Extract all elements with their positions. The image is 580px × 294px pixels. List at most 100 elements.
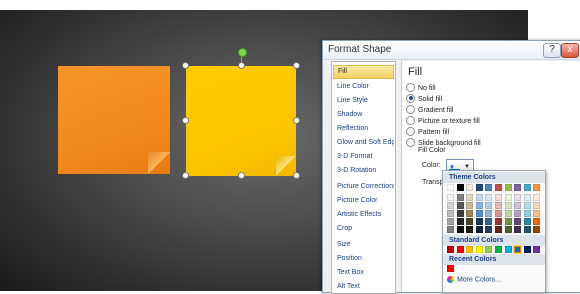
standard-color-swatch[interactable] (475, 246, 483, 253)
standard-color-swatch[interactable] (456, 246, 464, 253)
standard-color-swatch[interactable] (513, 245, 523, 254)
resize-handle-ne[interactable] (293, 62, 300, 69)
theme-shade-swatch[interactable] (514, 210, 522, 217)
theme-shade-swatch[interactable] (533, 202, 541, 209)
theme-shade-swatch[interactable] (495, 194, 502, 201)
theme-shade-swatch[interactable] (533, 194, 541, 201)
resize-handle-se[interactable] (293, 172, 300, 179)
theme-shade-swatch[interactable] (456, 202, 464, 209)
resize-handle-nw[interactable] (182, 62, 189, 69)
resize-handle-w[interactable] (182, 117, 189, 124)
nav-item-text-box[interactable]: Text Box (333, 266, 394, 280)
more-colors-link[interactable]: More Colors... (447, 276, 501, 283)
theme-shade-swatch[interactable] (456, 210, 464, 217)
resize-handle-s[interactable] (238, 172, 245, 179)
nav-item-glow[interactable]: Glow and Soft Edges (333, 136, 394, 150)
theme-shade-swatch[interactable] (523, 218, 531, 225)
nav-item-alt-text[interactable]: Alt Text (333, 280, 394, 294)
theme-shade-swatch[interactable] (533, 210, 541, 217)
theme-shade-swatch[interactable] (514, 226, 522, 233)
theme-shade-swatch[interactable] (495, 226, 502, 233)
theme-color-swatch[interactable] (456, 184, 464, 191)
nav-item-crop[interactable]: Crop (333, 222, 394, 236)
nav-item-size[interactable]: Size (333, 238, 394, 252)
theme-shade-swatch[interactable] (447, 194, 454, 201)
theme-color-swatch[interactable] (447, 184, 454, 191)
theme-shade-swatch[interactable] (495, 210, 502, 217)
theme-shade-swatch[interactable] (447, 218, 454, 225)
resize-handle-e[interactable] (293, 117, 300, 124)
close-button[interactable]: x (561, 43, 579, 58)
recent-color-swatch[interactable] (447, 265, 454, 272)
standard-color-swatch[interactable] (495, 246, 502, 253)
theme-shade-swatch[interactable] (466, 226, 474, 233)
radio-solid-fill[interactable]: Solid fill (406, 93, 442, 105)
theme-shade-swatch[interactable] (447, 226, 454, 233)
theme-color-swatch[interactable] (504, 184, 512, 191)
theme-shade-swatch[interactable] (447, 202, 454, 209)
theme-color-swatch[interactable] (466, 184, 474, 191)
resize-handle-sw[interactable] (182, 172, 189, 179)
radio-gradient-fill[interactable]: Gradient fill (406, 104, 453, 116)
standard-color-swatch[interactable] (466, 246, 474, 253)
nav-item-picture-corrections[interactable]: Picture Corrections (333, 180, 394, 194)
theme-shade-swatch[interactable] (523, 202, 531, 209)
radio-no-fill[interactable]: No fill (406, 82, 436, 94)
standard-color-swatch[interactable] (504, 246, 512, 253)
nav-item-line-color[interactable]: Line Color (333, 80, 394, 94)
standard-color-swatch[interactable] (523, 246, 531, 253)
theme-shade-swatch[interactable] (504, 210, 512, 217)
theme-shade-swatch[interactable] (514, 202, 522, 209)
theme-shade-swatch[interactable] (456, 194, 464, 201)
theme-color-swatch[interactable] (533, 184, 541, 191)
theme-shade-swatch[interactable] (533, 218, 541, 225)
theme-shade-swatch[interactable] (485, 226, 493, 233)
theme-shade-swatch[interactable] (495, 218, 502, 225)
nav-item-picture-color[interactable]: Picture Color (333, 194, 394, 208)
dialog-titlebar[interactable]: Format Shape ? x (323, 41, 580, 60)
theme-shade-swatch[interactable] (466, 202, 474, 209)
theme-shade-swatch[interactable] (523, 194, 531, 201)
standard-color-swatch[interactable] (485, 246, 493, 253)
radio-picture-fill[interactable]: Picture or texture fill (406, 115, 480, 127)
theme-color-swatch[interactable] (485, 184, 493, 191)
resize-handle-n[interactable] (238, 62, 245, 69)
theme-shade-swatch[interactable] (466, 210, 474, 217)
radio-pattern-fill[interactable]: Pattern fill (406, 126, 449, 138)
theme-color-swatch[interactable] (523, 184, 531, 191)
nav-item-3d-format[interactable]: 3-D Format (333, 150, 394, 164)
rotation-handle[interactable] (238, 48, 247, 57)
nav-item-reflection[interactable]: Reflection (333, 122, 394, 136)
theme-shade-swatch[interactable] (447, 210, 454, 217)
nav-item-shadow[interactable]: Shadow (333, 108, 394, 122)
theme-shade-swatch[interactable] (504, 202, 512, 209)
theme-shade-swatch[interactable] (485, 194, 493, 201)
theme-shade-swatch[interactable] (475, 218, 483, 225)
nav-item-3d-rotation[interactable]: 3-D Rotation (333, 164, 394, 178)
theme-color-swatch[interactable] (514, 184, 522, 191)
theme-color-swatch[interactable] (495, 184, 502, 191)
yellow-sticky-note[interactable] (186, 66, 296, 176)
standard-color-swatch[interactable] (533, 246, 541, 253)
theme-shade-swatch[interactable] (475, 194, 483, 201)
theme-color-swatch[interactable] (475, 184, 483, 191)
nav-item-artistic-effects[interactable]: Artistic Effects (333, 208, 394, 222)
theme-shade-swatch[interactable] (514, 218, 522, 225)
theme-shade-swatch[interactable] (485, 202, 493, 209)
theme-shade-swatch[interactable] (514, 194, 522, 201)
theme-shade-swatch[interactable] (495, 202, 502, 209)
orange-sticky-note[interactable] (58, 66, 170, 174)
nav-item-line-style[interactable]: Line Style (333, 94, 394, 108)
theme-shade-swatch[interactable] (466, 218, 474, 225)
theme-shade-swatch[interactable] (504, 218, 512, 225)
theme-shade-swatch[interactable] (456, 218, 464, 225)
theme-shade-swatch[interactable] (456, 226, 464, 233)
standard-color-swatch[interactable] (447, 246, 454, 253)
theme-shade-swatch[interactable] (504, 226, 512, 233)
nav-item-position[interactable]: Position (333, 252, 394, 266)
theme-shade-swatch[interactable] (523, 226, 531, 233)
theme-shade-swatch[interactable] (475, 202, 483, 209)
theme-shade-swatch[interactable] (523, 210, 531, 217)
theme-shade-swatch[interactable] (475, 210, 483, 217)
nav-item-fill[interactable]: Fill (333, 65, 394, 79)
